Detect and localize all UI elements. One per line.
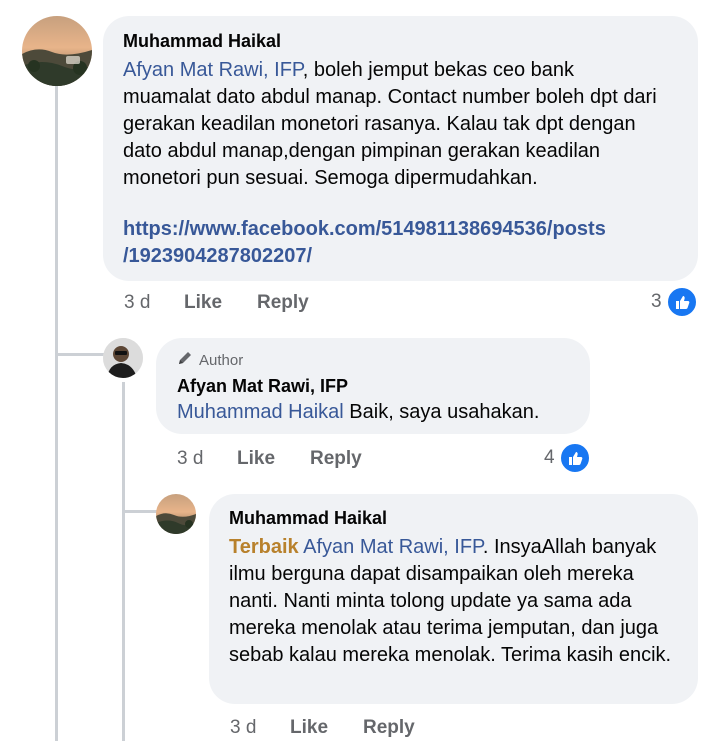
mention-link[interactable]: Muhammad Haikal — [177, 401, 344, 423]
thread-line-reply — [122, 382, 125, 741]
tag-label: Terbaik — [229, 536, 299, 558]
comment-actions: 3 d Like Reply — [124, 292, 309, 314]
timestamp[interactable]: 3 d — [177, 448, 237, 470]
avatar[interactable] — [22, 16, 92, 86]
comment-bubble: Author Afyan Mat Rawi, IFP Muhammad Haik… — [156, 338, 590, 434]
avatar-landscape-image — [22, 16, 92, 86]
comment-bubble: Muhammad Haikal Terbaik Afyan Mat Rawi, … — [209, 494, 698, 704]
mention-link[interactable]: Afyan Mat Rawi, IFP — [303, 536, 483, 558]
thread-connector-reply-1 — [55, 353, 105, 356]
avatar[interactable] — [103, 338, 143, 378]
comment-author[interactable]: Muhammad Haikal — [123, 30, 678, 52]
author-badge-label: Author — [199, 351, 244, 369]
thumbs-up-icon — [665, 286, 698, 318]
reply-button[interactable]: Reply — [363, 717, 415, 739]
avatar-landscape-image — [156, 494, 196, 534]
author-badge: Author — [177, 350, 569, 371]
comment-actions: 3 d Like Reply — [177, 448, 362, 470]
comment-text: Terbaik Afyan Mat Rawi, IFP. InsyaAllah … — [229, 534, 681, 669]
reaction-summary[interactable]: 3 — [651, 286, 698, 318]
avatar-person-image — [103, 338, 143, 378]
reply-button[interactable]: Reply — [257, 292, 309, 314]
like-button[interactable]: Like — [237, 448, 310, 470]
timestamp[interactable]: 3 d — [124, 292, 184, 314]
pencil-icon — [177, 350, 193, 371]
url-line-1[interactable]: https://www.facebook.com/514981138694536… — [123, 216, 678, 243]
comment-author[interactable]: Afyan Mat Rawi, IFP — [177, 375, 569, 397]
comment-actions: 3 d Like Reply — [230, 717, 415, 739]
thread-connector-reply-2 — [122, 510, 158, 513]
timestamp[interactable]: 3 d — [230, 717, 290, 739]
like-button[interactable]: Like — [290, 717, 363, 739]
reaction-count: 3 — [651, 291, 662, 312]
comment-link[interactable]: https://www.facebook.com/514981138694536… — [123, 216, 678, 270]
mention-link[interactable]: Afyan Mat Rawi, IFP — [123, 59, 303, 81]
thumbs-up-icon — [558, 442, 591, 474]
thread-line-main — [55, 86, 58, 741]
comment-author[interactable]: Muhammad Haikal — [229, 507, 678, 529]
url-line-2[interactable]: /1923904287802207/ — [123, 243, 678, 270]
comment-text: Afyan Mat Rawi, IFP, boleh jemput bekas … — [123, 57, 658, 192]
reaction-summary[interactable]: 4 — [544, 442, 591, 474]
reply-button[interactable]: Reply — [310, 448, 362, 470]
avatar[interactable] — [156, 494, 196, 534]
comment-text: Muhammad Haikal Baik, saya usahakan. — [177, 399, 569, 426]
reaction-count: 4 — [544, 447, 555, 468]
comment-bubble: Muhammad Haikal Afyan Mat Rawi, IFP, bol… — [103, 16, 698, 281]
like-button[interactable]: Like — [184, 292, 257, 314]
comment-body: Baik, saya usahakan. — [343, 401, 540, 423]
